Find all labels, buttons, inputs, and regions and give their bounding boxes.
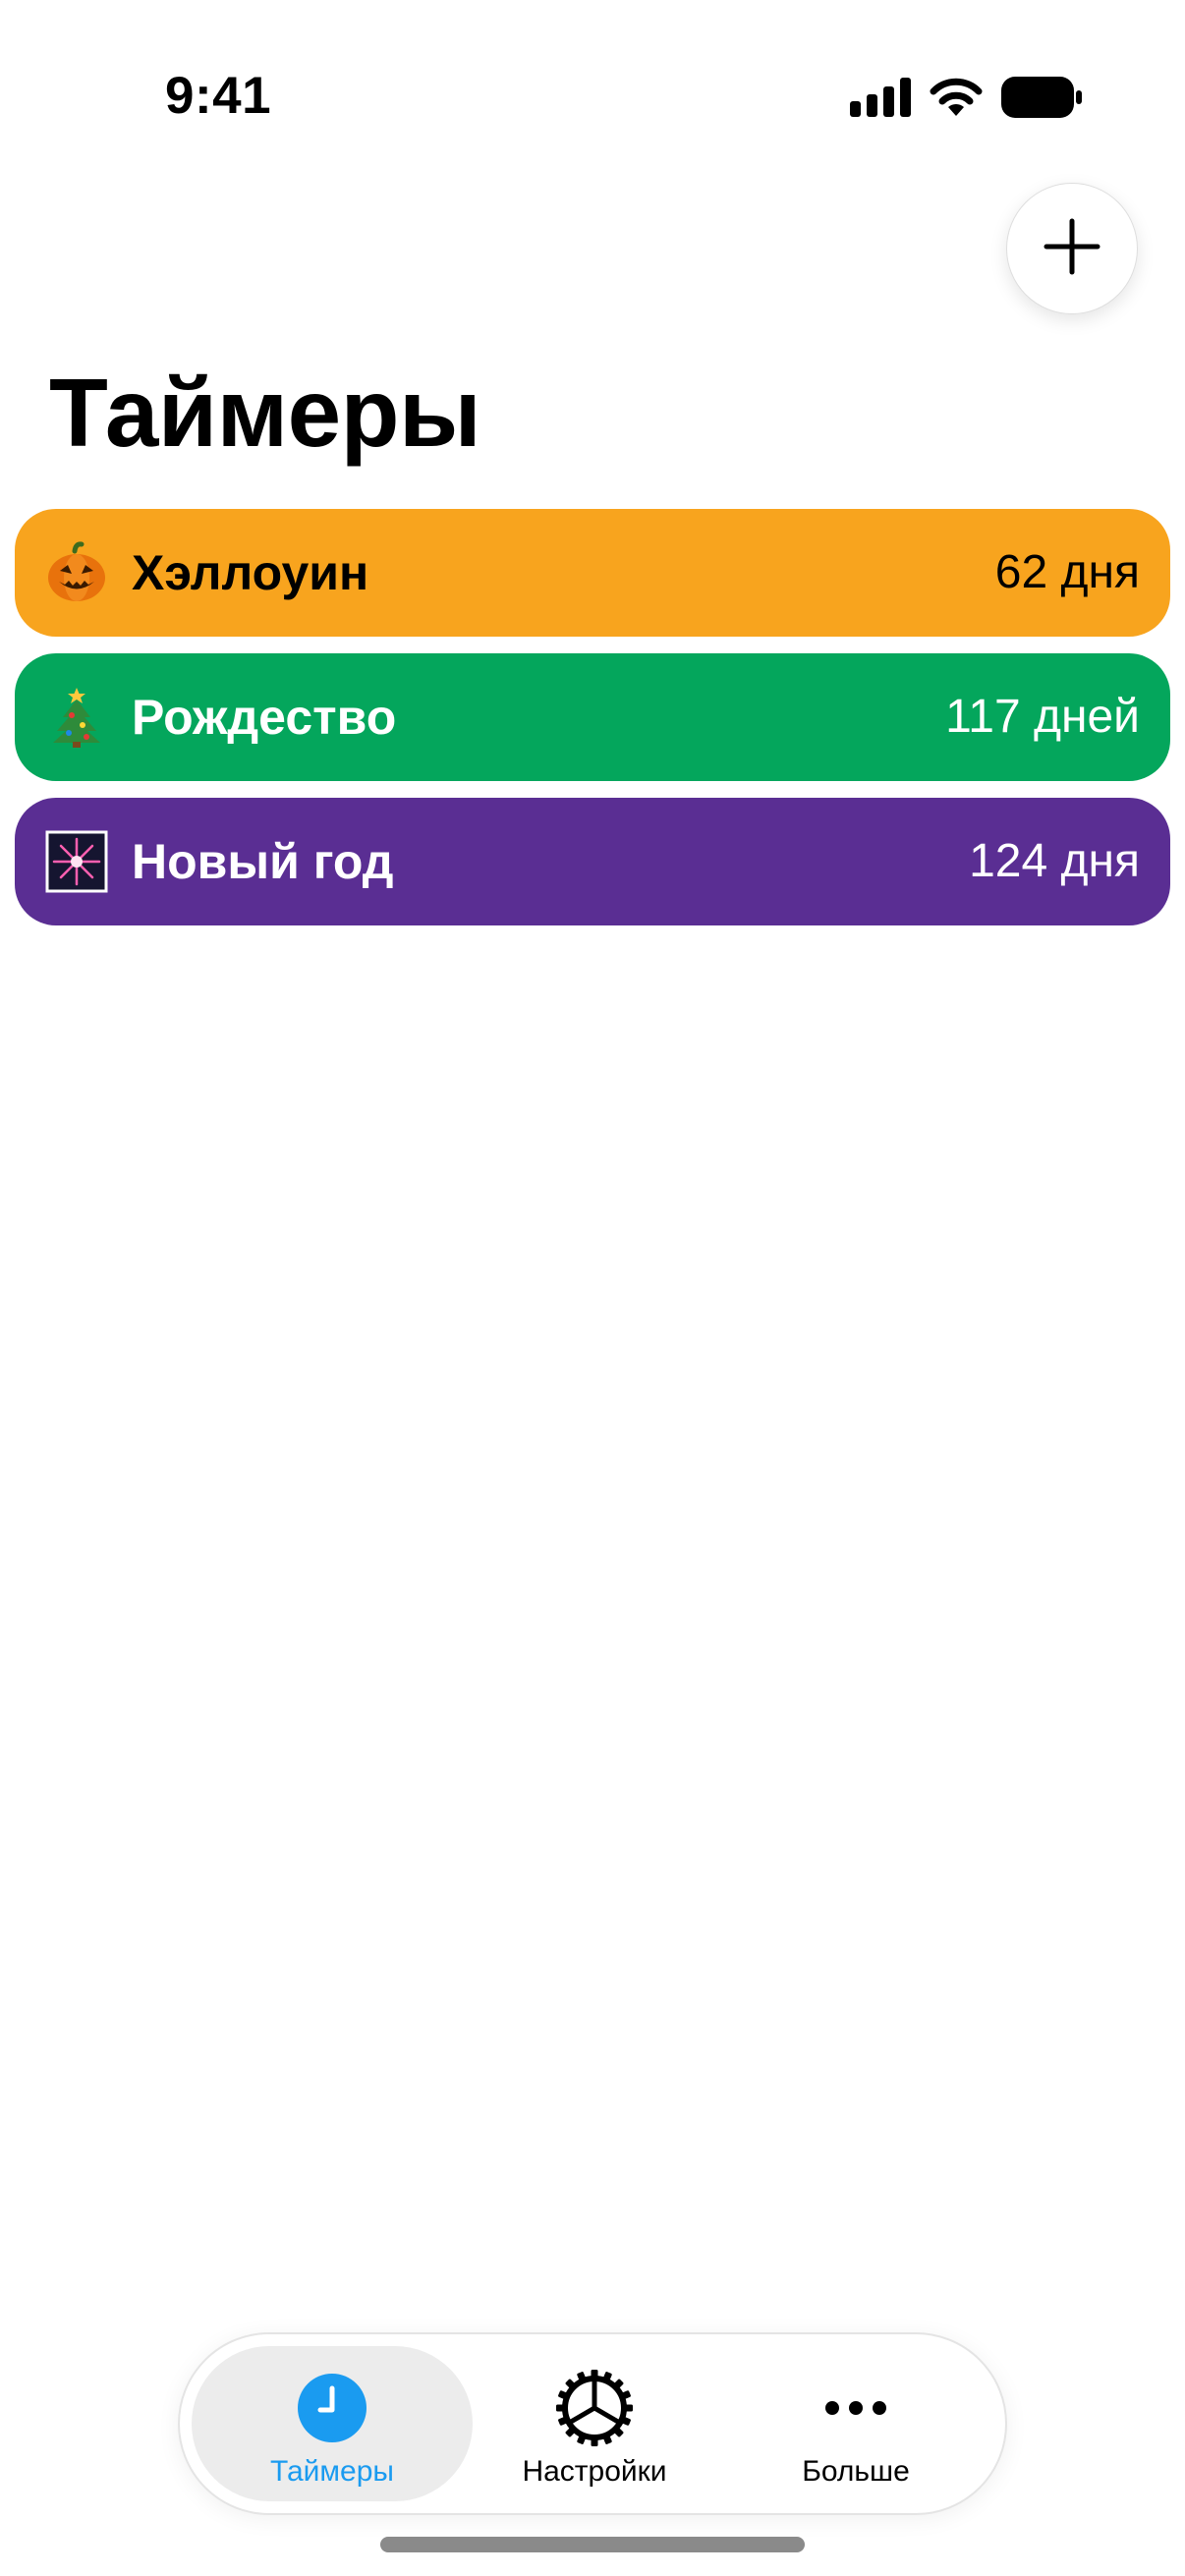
cellular-signal-icon: [850, 78, 911, 117]
wifi-icon: [929, 77, 984, 118]
christmas-tree-icon: [45, 686, 108, 749]
home-indicator[interactable]: [380, 2537, 805, 2552]
tab-bar: Таймеры Настройки Больше: [178, 2332, 1007, 2515]
screen: 9:41 Таймеры Хэллоуин 62 дня Рождество 1…: [0, 0, 1185, 2576]
tab-label: Настройки: [522, 2455, 667, 2488]
status-time: 9:41: [165, 67, 272, 125]
tab-label: Таймеры: [270, 2455, 394, 2488]
tab-more[interactable]: Больше: [723, 2346, 988, 2501]
timer-days-count: 62 дня: [994, 546, 1140, 598]
tab-settings[interactable]: Настройки: [462, 2346, 727, 2501]
gear-icon: [555, 2370, 634, 2446]
timer-name: Новый год: [132, 834, 394, 889]
timer-days-count: 124 дня: [969, 835, 1140, 887]
tab-timers[interactable]: Таймеры: [199, 2346, 465, 2501]
jack-o-lantern-icon: [45, 541, 108, 604]
battery-icon: [1001, 77, 1082, 118]
fireworks-icon: [45, 830, 108, 893]
timer-days-count: 117 дней: [945, 691, 1140, 743]
page-title: Таймеры: [49, 359, 481, 467]
timer-list: Хэллоуин 62 дня Рождество 117 дней Новый…: [15, 509, 1170, 942]
add-timer-button[interactable]: [1006, 183, 1138, 314]
tab-label: Больше: [802, 2455, 910, 2488]
plus-icon: [1044, 218, 1100, 280]
timer-card-new-year[interactable]: Новый год 124 дня: [15, 798, 1170, 925]
timer-name: Рождество: [132, 690, 397, 745]
timer-card-halloween[interactable]: Хэллоуин 62 дня: [15, 509, 1170, 637]
clock-icon: [297, 2370, 367, 2446]
more-icon: [823, 2370, 888, 2446]
status-icons: [850, 75, 1082, 120]
timer-name: Хэллоуин: [132, 545, 369, 600]
timer-card-christmas[interactable]: Рождество 117 дней: [15, 653, 1170, 781]
